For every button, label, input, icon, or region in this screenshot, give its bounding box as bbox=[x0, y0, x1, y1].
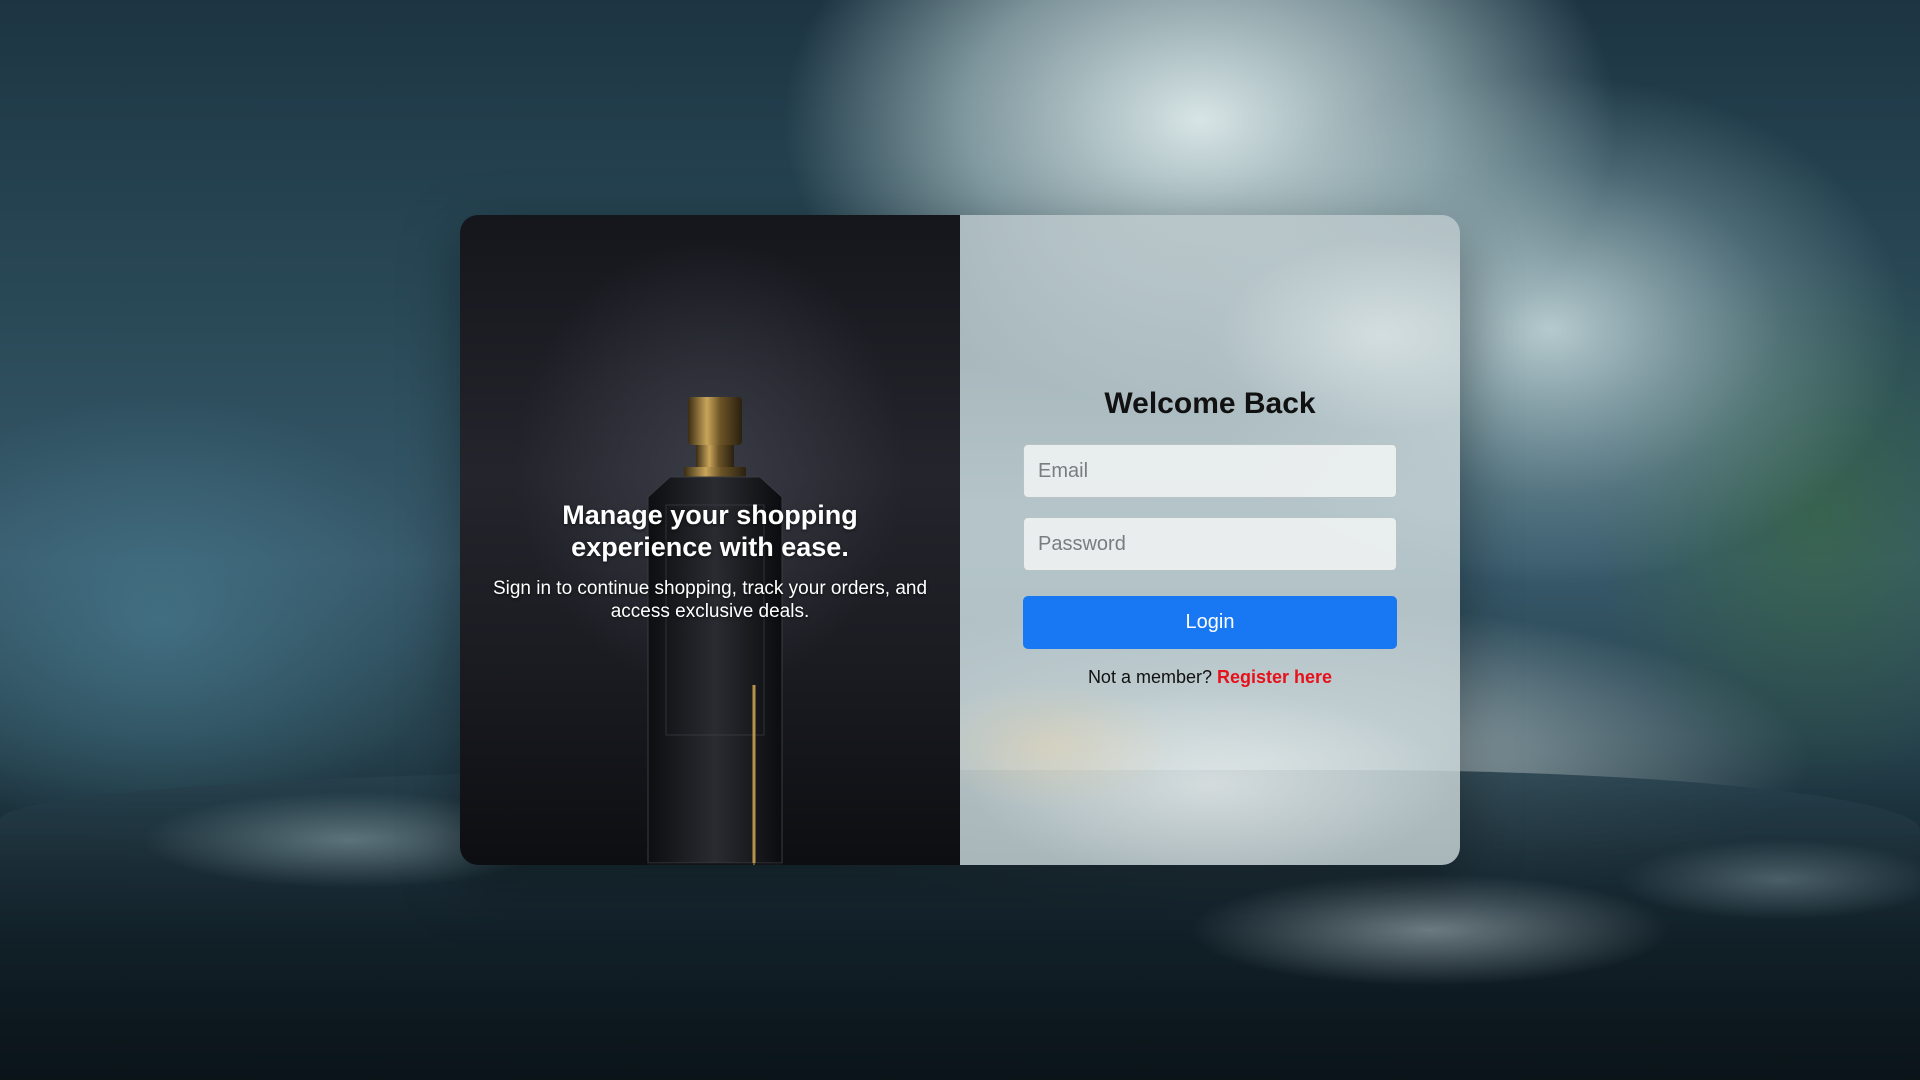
promo-panel: Manage your shopping experience with eas… bbox=[460, 215, 960, 865]
login-card: Manage your shopping experience with eas… bbox=[460, 215, 1460, 865]
login-button[interactable]: Login bbox=[1023, 596, 1397, 649]
promo-text: Manage your shopping experience with eas… bbox=[460, 499, 960, 623]
promo-heading: Manage your shopping experience with eas… bbox=[562, 500, 858, 562]
email-field[interactable] bbox=[1023, 444, 1397, 498]
login-form-panel: Welcome Back Login Not a member? Registe… bbox=[960, 215, 1460, 865]
register-prompt: Not a member? bbox=[1087, 667, 1217, 687]
form-title: Welcome Back bbox=[1104, 387, 1316, 420]
register-link[interactable]: Register here bbox=[1217, 667, 1332, 687]
promo-subtext: Sign in to continue shopping, track your… bbox=[492, 578, 928, 622]
register-row: Not a member? Register here bbox=[960, 667, 1460, 688]
password-field[interactable] bbox=[1023, 517, 1397, 571]
perfume-bottle-image bbox=[647, 397, 783, 865]
